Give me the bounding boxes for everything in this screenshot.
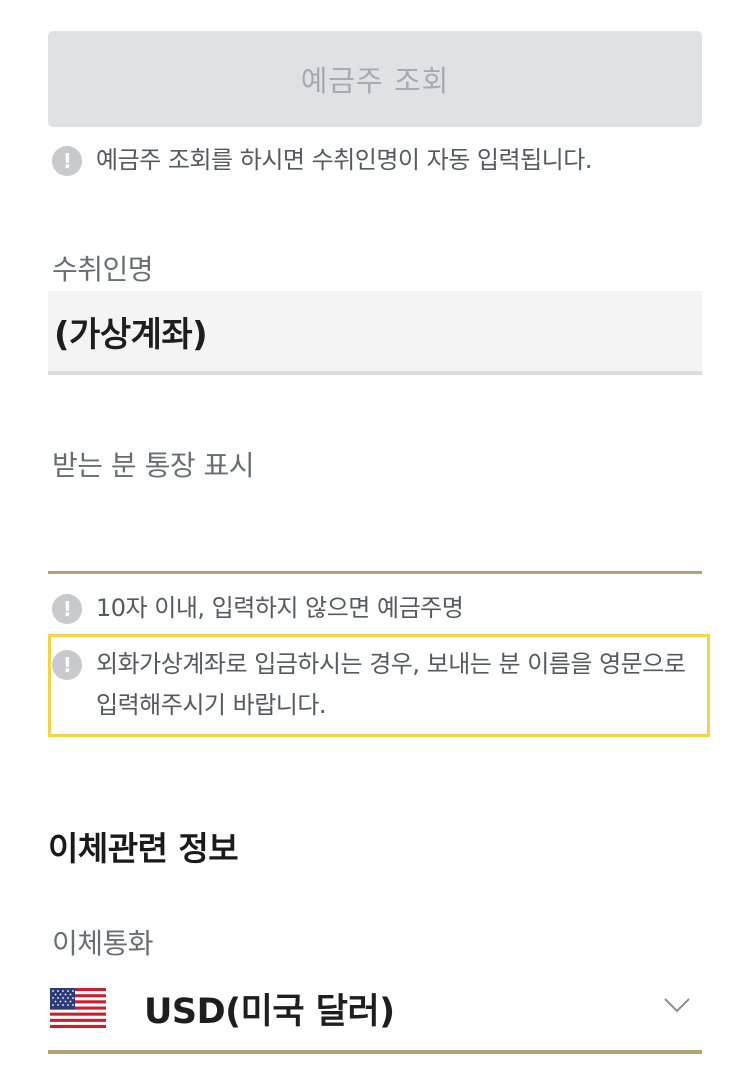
recipient-name-label: 수취인명 bbox=[52, 253, 154, 286]
display-name-input[interactable] bbox=[48, 496, 702, 574]
recipient-name-value: (가상계좌) bbox=[54, 315, 208, 355]
foreign-account-warning: ! 외화가상계좌로 입금하시는 경우, 보내는 분 이름을 영문으로 입력해주시… bbox=[52, 644, 702, 726]
recipient-name-field: (가상계좌) bbox=[48, 291, 702, 375]
inquiry-notice: ! 예금주 조회를 하시면 수취인명이 자동 입력됩니다. bbox=[52, 140, 592, 181]
transfer-currency-select[interactable]: USD(미국 달러) bbox=[48, 968, 702, 1054]
us-flag-icon bbox=[50, 988, 106, 1028]
exclamation-icon: ! bbox=[52, 146, 82, 176]
display-name-notice: ! 10자 이내, 입력하지 않으면 예금주명 bbox=[52, 588, 464, 629]
inquiry-notice-text: 예금주 조회를 하시면 수취인명이 자동 입력됩니다. bbox=[96, 146, 592, 174]
transfer-currency-value: USD(미국 달러) bbox=[144, 992, 395, 1032]
exclamation-icon: ! bbox=[52, 650, 82, 680]
exclamation-icon: ! bbox=[52, 594, 82, 624]
foreign-account-warning-text: 외화가상계좌로 입금하시는 경우, 보내는 분 이름을 영문으로 입력해주시기 … bbox=[96, 650, 686, 719]
display-name-notice-text: 10자 이내, 입력하지 않으면 예금주명 bbox=[96, 594, 464, 622]
transfer-info-section-title: 이체관련 정보 bbox=[48, 829, 239, 868]
display-name-label: 받는 분 통장 표시 bbox=[52, 449, 255, 482]
transfer-currency-label: 이체통화 bbox=[52, 927, 154, 960]
chevron-down-icon[interactable] bbox=[664, 996, 690, 1014]
account-holder-inquiry-button[interactable]: 예금주 조회 bbox=[48, 31, 702, 127]
